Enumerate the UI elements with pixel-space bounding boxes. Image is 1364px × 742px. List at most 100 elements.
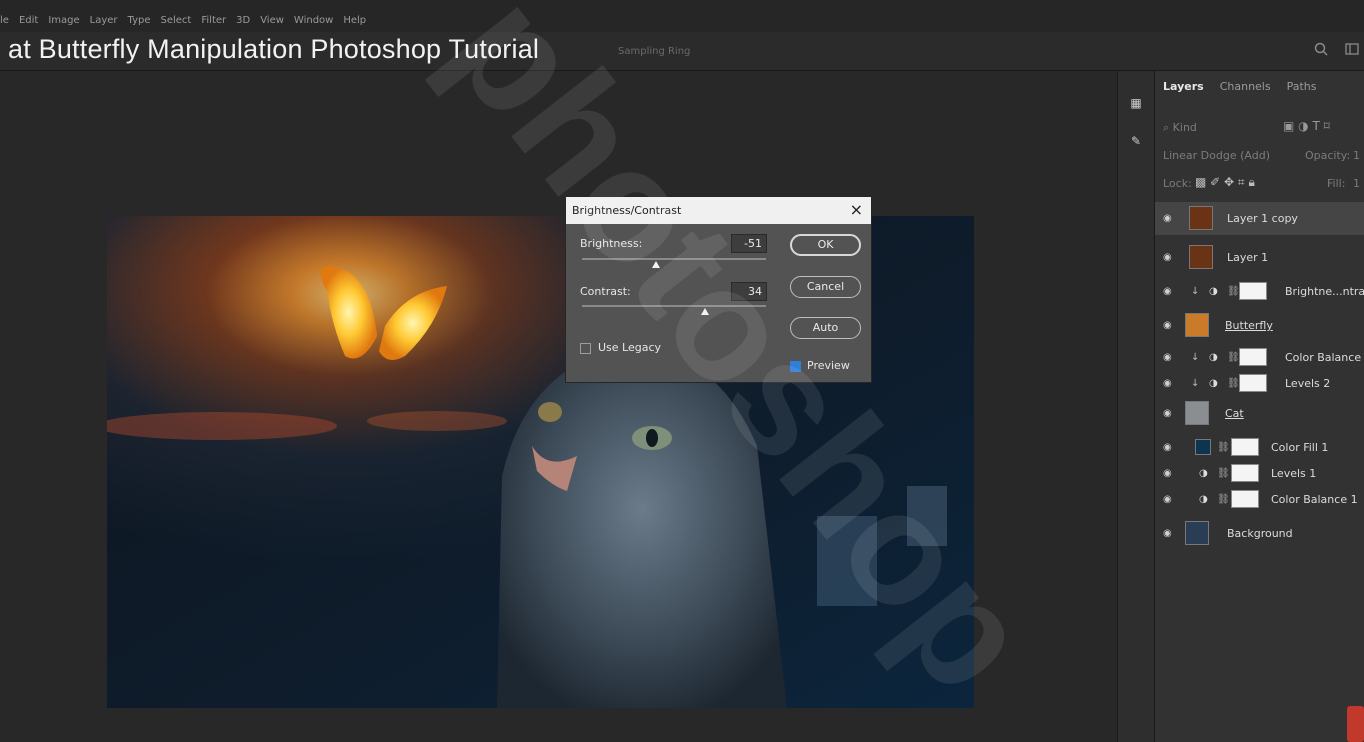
layer-row[interactable]: ◉ ↓ ◑ ⛓ Levels 2	[1155, 367, 1364, 400]
layers-panel: Layers Channels Paths ⌕ Kind ▣ ◑ T ⌑ Lin…	[1154, 71, 1364, 742]
use-legacy-label: Use Legacy	[598, 341, 662, 354]
video-title-overlay: at Butterfly Manipulation Photoshop Tuto…	[8, 34, 540, 64]
brightness-slider-handle[interactable]	[651, 261, 660, 268]
brightness-contrast-dialog: Brightness/Contrast × Brightness: -51 Co…	[565, 196, 872, 383]
visibility-eye-icon[interactable]: ◉	[1163, 378, 1175, 390]
contrast-slider-track[interactable]	[582, 305, 766, 307]
menu-help[interactable]: Help	[343, 15, 366, 26]
brightness-input[interactable]: -51	[731, 234, 767, 253]
layer-row[interactable]: ◉ Butterfly	[1155, 309, 1364, 342]
close-icon[interactable]: ×	[850, 200, 863, 219]
menu-image[interactable]: Image	[48, 15, 79, 26]
menu-file[interactable]: le	[0, 15, 9, 26]
contrast-input[interactable]: 34	[731, 282, 767, 301]
layer-thumbnail	[1185, 401, 1209, 425]
layer-mask-thumbnail[interactable]	[1231, 464, 1259, 482]
layer-name: Layer 1	[1227, 251, 1269, 264]
adjustment-icon: ◑	[1199, 494, 1208, 505]
opacity-label: Opacity:	[1305, 149, 1351, 162]
brightness-slider-track[interactable]	[582, 258, 766, 260]
layer-mask-thumbnail[interactable]	[1231, 438, 1259, 456]
use-legacy-checkbox[interactable]	[580, 343, 591, 354]
layer-thumbnail	[1185, 313, 1209, 337]
link-icon[interactable]: ⛓	[1227, 286, 1240, 297]
fill-value[interactable]: 1	[1353, 177, 1360, 190]
visibility-eye-icon[interactable]: ◉	[1163, 494, 1175, 506]
cancel-button[interactable]: Cancel	[790, 276, 861, 298]
kind-label: Kind	[1172, 121, 1197, 134]
properties-icon[interactable]: ▦	[1124, 91, 1148, 115]
layer-row[interactable]: ◉ ↓ ◑ ⛓ Brightne...ntrast	[1155, 275, 1364, 308]
link-icon[interactable]: ⛓	[1217, 494, 1230, 505]
layer-row[interactable]: ◉ Layer 1 copy	[1155, 202, 1364, 235]
menu-list: le Edit Image Layer Type Select Filter 3…	[0, 15, 366, 26]
opacity-value[interactable]: 1	[1353, 149, 1360, 162]
layer-row[interactable]: ◉ Background	[1155, 517, 1364, 550]
auto-button[interactable]: Auto	[790, 317, 861, 339]
link-icon[interactable]: ⛓	[1217, 468, 1230, 479]
filter-type-icons[interactable]: ▣ ◑ T ⌑	[1283, 119, 1330, 133]
visibility-eye-icon[interactable]: ◉	[1163, 442, 1175, 454]
layer-name: Layer 1 copy	[1227, 212, 1298, 225]
fill-color-swatch	[1195, 439, 1211, 455]
layer-name: Color Fill 1	[1271, 441, 1329, 454]
menu-3d[interactable]: 3D	[236, 15, 250, 26]
brightness-label: Brightness:	[580, 237, 643, 250]
dialog-title-bar[interactable]: Brightness/Contrast ×	[566, 197, 871, 224]
kind-filter[interactable]: ⌕ Kind	[1163, 121, 1197, 135]
menu-view[interactable]: View	[260, 15, 284, 26]
adjustment-icon: ◑	[1209, 286, 1218, 297]
visibility-eye-icon[interactable]: ◉	[1163, 352, 1175, 364]
link-icon[interactable]: ⛓	[1227, 378, 1240, 389]
layer-name: Levels 2	[1285, 377, 1331, 390]
blend-row: Linear Dodge (Add) Opacity: 1	[1155, 145, 1364, 167]
blend-mode-select[interactable]: Linear Dodge (Add)	[1163, 149, 1270, 162]
tab-channels[interactable]: Channels	[1212, 80, 1279, 93]
visibility-eye-icon[interactable]: ◉	[1163, 286, 1175, 298]
menu-edit[interactable]: Edit	[19, 15, 38, 26]
menu-window[interactable]: Window	[294, 15, 333, 26]
visibility-eye-icon[interactable]: ◉	[1163, 320, 1175, 332]
lock-row: Lock: ▩ ✐ ✥ ⌗ 🔒︎ Fill: 1	[1155, 173, 1364, 195]
layer-mask-thumbnail[interactable]	[1239, 374, 1267, 392]
layer-mask-thumbnail[interactable]	[1239, 348, 1267, 366]
clip-arrow-icon: ↓	[1191, 352, 1200, 363]
menu-layer[interactable]: Layer	[90, 15, 118, 26]
panel-tabs: Layers Channels Paths	[1155, 71, 1364, 101]
layer-row[interactable]: ◉ Cat	[1155, 397, 1364, 430]
preview-checkbox[interactable]	[790, 361, 801, 372]
visibility-eye-icon[interactable]: ◉	[1163, 252, 1175, 264]
contrast-slider-handle[interactable]	[701, 308, 710, 315]
layer-mask-thumbnail[interactable]	[1239, 282, 1267, 300]
menu-select[interactable]: Select	[161, 15, 192, 26]
visibility-eye-icon[interactable]: ◉	[1163, 528, 1175, 540]
tab-paths[interactable]: Paths	[1279, 80, 1325, 93]
subscribe-badge[interactable]	[1347, 706, 1364, 742]
layer-name: Brightne...ntrast	[1285, 285, 1364, 298]
lock-icons[interactable]: ▩ ✐ ✥ ⌗ 🔒︎	[1195, 175, 1255, 190]
visibility-eye-icon[interactable]: ◉	[1163, 468, 1175, 480]
layer-row[interactable]: ◉ ◑ ⛓ Color Balance 1	[1155, 483, 1364, 516]
clip-arrow-icon: ↓	[1191, 286, 1200, 297]
layer-name: Cat	[1225, 407, 1244, 420]
ok-button[interactable]: OK	[790, 234, 861, 256]
layer-thumbnail	[1189, 245, 1213, 269]
preview-label: Preview	[807, 359, 850, 372]
layer-name: Butterfly	[1225, 319, 1273, 332]
tab-layers[interactable]: Layers	[1155, 80, 1212, 93]
layer-row[interactable]: ◉ Layer 1	[1155, 241, 1364, 274]
search-icon[interactable]	[1314, 42, 1328, 56]
workspace-icon[interactable]	[1345, 42, 1359, 56]
dialog-title: Brightness/Contrast	[572, 204, 682, 217]
clip-arrow-icon: ↓	[1191, 378, 1200, 389]
menu-filter[interactable]: Filter	[201, 15, 226, 26]
link-icon[interactable]: ⛓	[1227, 352, 1240, 363]
visibility-eye-icon[interactable]: ◉	[1163, 213, 1175, 225]
brush-settings-icon[interactable]: ✎	[1124, 129, 1148, 153]
link-icon[interactable]: ⛓	[1217, 442, 1230, 453]
visibility-eye-icon[interactable]: ◉	[1163, 408, 1175, 420]
layer-thumbnail	[1185, 521, 1209, 545]
menu-type[interactable]: Type	[128, 15, 151, 26]
layer-mask-thumbnail[interactable]	[1231, 490, 1259, 508]
sampling-ring-label: Sampling Ring	[618, 46, 691, 57]
